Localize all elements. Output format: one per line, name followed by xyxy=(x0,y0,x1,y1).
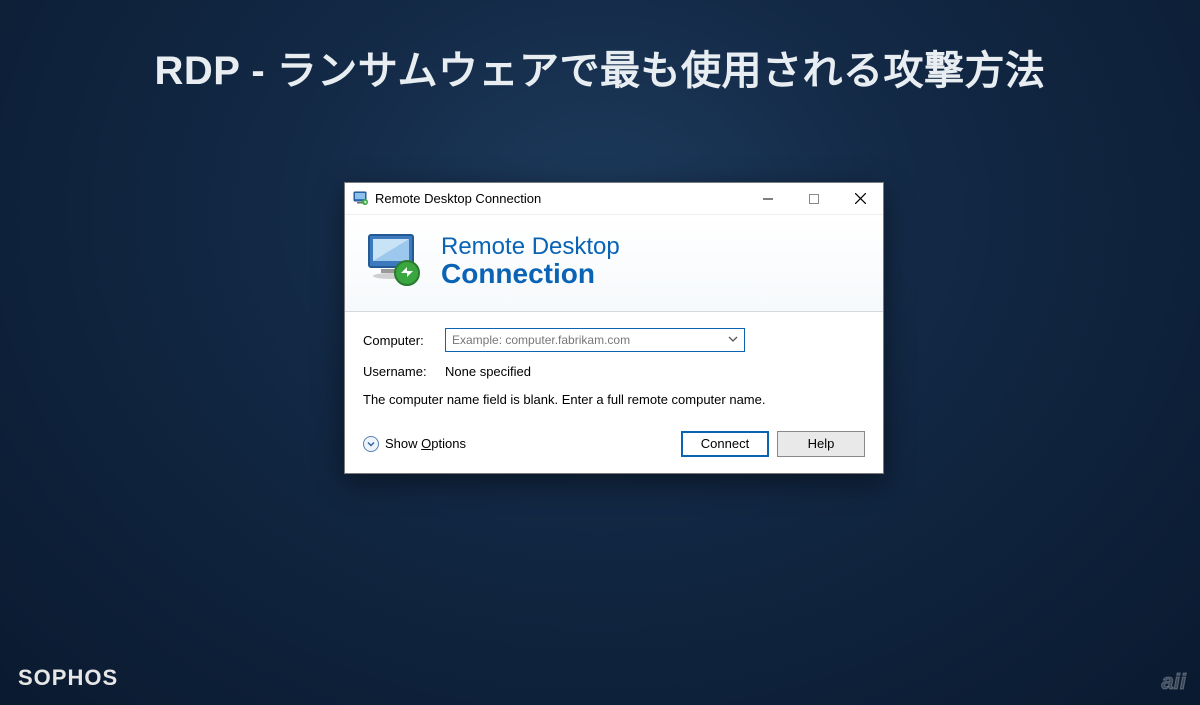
watermark: aii xyxy=(1162,669,1186,695)
help-button[interactable]: Help xyxy=(777,431,865,457)
rdp-app-icon xyxy=(353,191,369,207)
close-button[interactable] xyxy=(837,183,883,214)
username-label: Username: xyxy=(363,364,445,379)
hint-text: The computer name field is blank. Enter … xyxy=(363,391,793,409)
header-line1: Remote Desktop xyxy=(441,234,620,259)
chevron-down-icon xyxy=(728,333,738,347)
window-controls xyxy=(745,183,883,214)
connect-button[interactable]: Connect xyxy=(681,431,769,457)
minimize-button[interactable] xyxy=(745,183,791,214)
dialog-header: Remote Desktop Connection xyxy=(345,215,883,312)
computer-label: Computer: xyxy=(363,333,445,348)
slide-title: RDP - ランサムウェアで最も使用される攻撃方法 xyxy=(0,38,1200,96)
username-value: None specified xyxy=(445,364,531,379)
header-line2: Connection xyxy=(441,259,620,288)
rdp-dialog: Remote Desktop Connection xyxy=(344,182,884,474)
computer-combobox[interactable]: Example: computer.fabrikam.com xyxy=(445,328,745,352)
rdp-large-icon xyxy=(363,229,427,293)
dialog-footer: Show Options Connect Help xyxy=(345,417,883,473)
computer-placeholder: Example: computer.fabrikam.com xyxy=(452,333,630,347)
show-options-label: Show Options xyxy=(385,436,466,451)
show-options-toggle[interactable]: Show Options xyxy=(363,436,466,452)
chevron-down-circle-icon xyxy=(363,436,379,452)
maximize-button[interactable] xyxy=(791,183,837,214)
titlebar[interactable]: Remote Desktop Connection xyxy=(345,183,883,215)
form-area: Computer: Example: computer.fabrikam.com… xyxy=(345,312,883,417)
window-title: Remote Desktop Connection xyxy=(375,191,745,206)
brand-logo: SOPHOS xyxy=(18,665,118,691)
